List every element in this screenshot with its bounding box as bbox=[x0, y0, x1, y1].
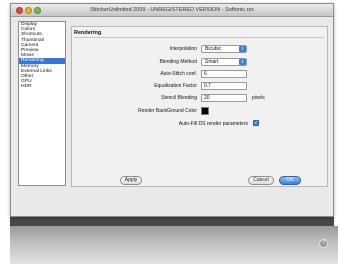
auto-stitch-field[interactable]: 6 bbox=[201, 70, 247, 78]
title-bar: StitcherUnlimited 2009 - UNREGISTERED VE… bbox=[11, 4, 333, 17]
preferences-sidebar: Display Colors Shortcuts Thumbnail Camer… bbox=[18, 21, 66, 186]
panel-divider bbox=[74, 37, 324, 38]
cancel-button[interactable]: Cancel bbox=[248, 176, 274, 185]
equalization-field[interactable]: 0.7 bbox=[201, 82, 247, 90]
interpolation-popup[interactable]: Bicubic ⇕ bbox=[201, 45, 247, 53]
equalization-label: Equalization Factor bbox=[154, 83, 197, 89]
interpolation-value: Bicubic bbox=[205, 46, 222, 52]
stencil-unit: pixels bbox=[252, 95, 265, 101]
autofill-label: Auto-Fill DS render parameters bbox=[178, 121, 248, 127]
sidebar-item-hdr[interactable]: HDR bbox=[19, 84, 65, 89]
background-color-label: Render BackGround Color bbox=[138, 108, 197, 114]
auto-stitch-label: Auto-Stitch coef. bbox=[160, 71, 197, 77]
question-icon[interactable]: ? bbox=[319, 239, 328, 248]
stencil-field[interactable]: 20 bbox=[201, 94, 247, 102]
blending-method-label: Blending Method bbox=[159, 59, 197, 65]
rendering-panel: Rendering Interpolation Bicubic ⇕ Blendi… bbox=[71, 26, 328, 187]
popup-arrows-icon: ⇕ bbox=[239, 46, 246, 52]
popup-arrows-icon: ⇕ bbox=[239, 59, 246, 65]
interpolation-label: Interpolation bbox=[169, 46, 197, 52]
stencil-label: Stencil Blending bbox=[161, 95, 197, 101]
background-color-swatch[interactable] bbox=[201, 107, 209, 115]
autofill-checkbox[interactable]: ✓ bbox=[253, 120, 259, 126]
blending-method-value: Smart bbox=[205, 59, 219, 65]
apply-button[interactable]: Apply bbox=[120, 176, 142, 185]
preferences-window: StitcherUnlimited 2009 - UNREGISTERED VE… bbox=[10, 3, 334, 217]
ok-button[interactable]: OK bbox=[279, 176, 301, 185]
panel-title: Rendering bbox=[74, 30, 102, 36]
dock-reflection bbox=[10, 226, 338, 264]
blending-method-popup[interactable]: Smart ⇕ bbox=[201, 58, 247, 66]
window-title: StitcherUnlimited 2009 - UNREGISTERED VE… bbox=[90, 7, 254, 13]
